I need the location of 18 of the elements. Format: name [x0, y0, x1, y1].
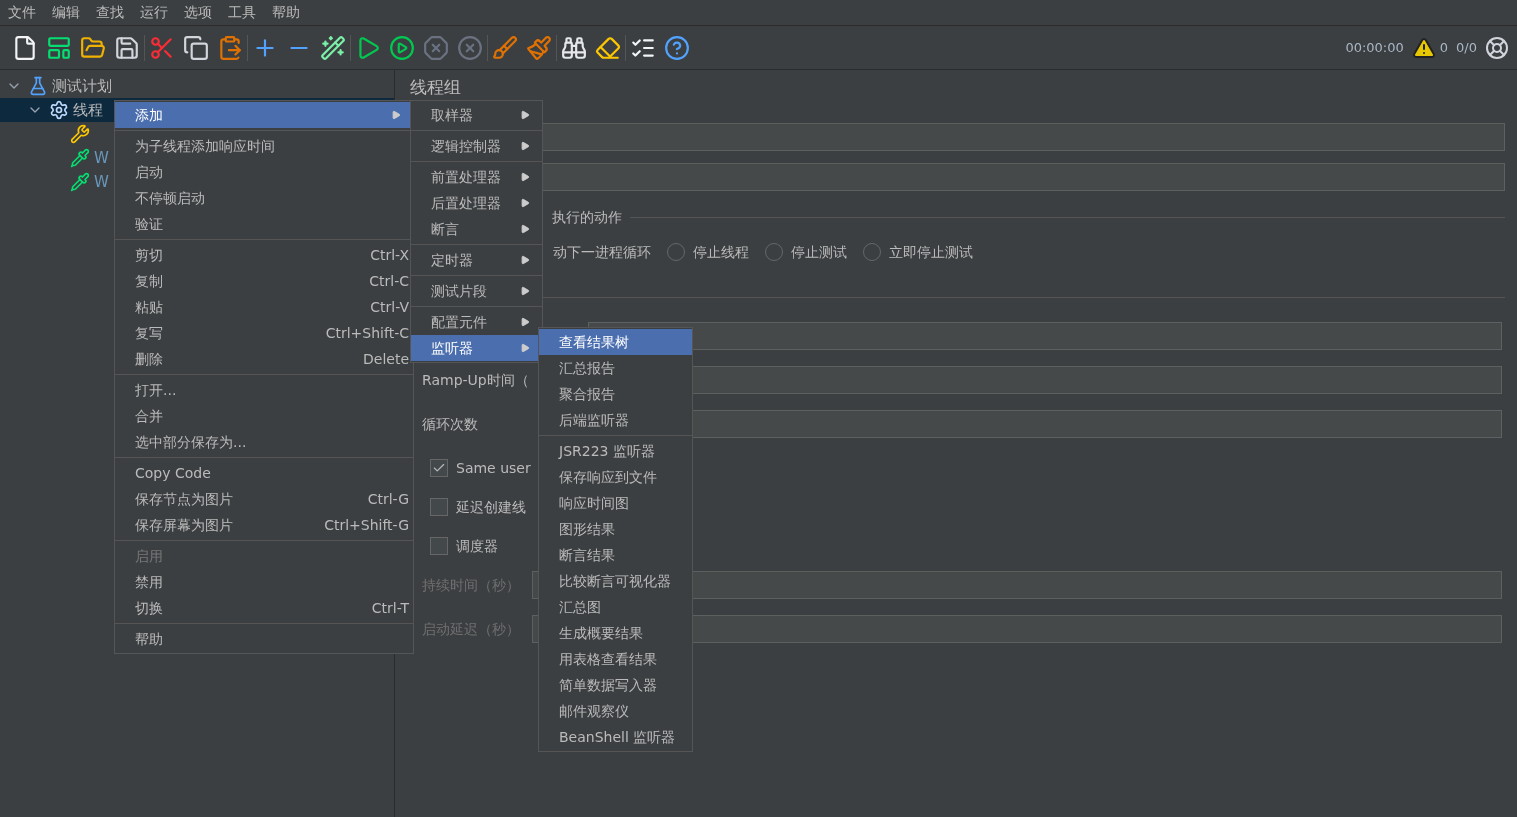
section-title: 执行的动作	[552, 207, 622, 227]
tree-label: W	[94, 171, 109, 193]
checkbox-label: Same user	[456, 458, 531, 478]
radio-label: 停止测试	[791, 242, 847, 262]
radio-label: 动下一进程循环	[553, 242, 651, 262]
tree-label: W	[94, 147, 109, 169]
field-label: Ramp-Up时间（	[422, 372, 529, 388]
tree-label: 线程	[73, 99, 103, 121]
panel-title: 线程组	[410, 77, 461, 97]
thread-count: 0/0	[1456, 38, 1477, 57]
tree-label: 测试计划	[52, 75, 112, 97]
warning-count: 0	[1439, 38, 1449, 57]
elapsed-time: 00:00:00	[1345, 38, 1404, 57]
checkbox-label: 调度器	[456, 536, 498, 556]
radio-label: 立即停止测试	[889, 242, 973, 262]
checkbox-label: 延迟创建线	[456, 497, 526, 517]
radio-label: 停止线程	[693, 242, 749, 262]
field-label: 循环次数	[422, 416, 478, 432]
